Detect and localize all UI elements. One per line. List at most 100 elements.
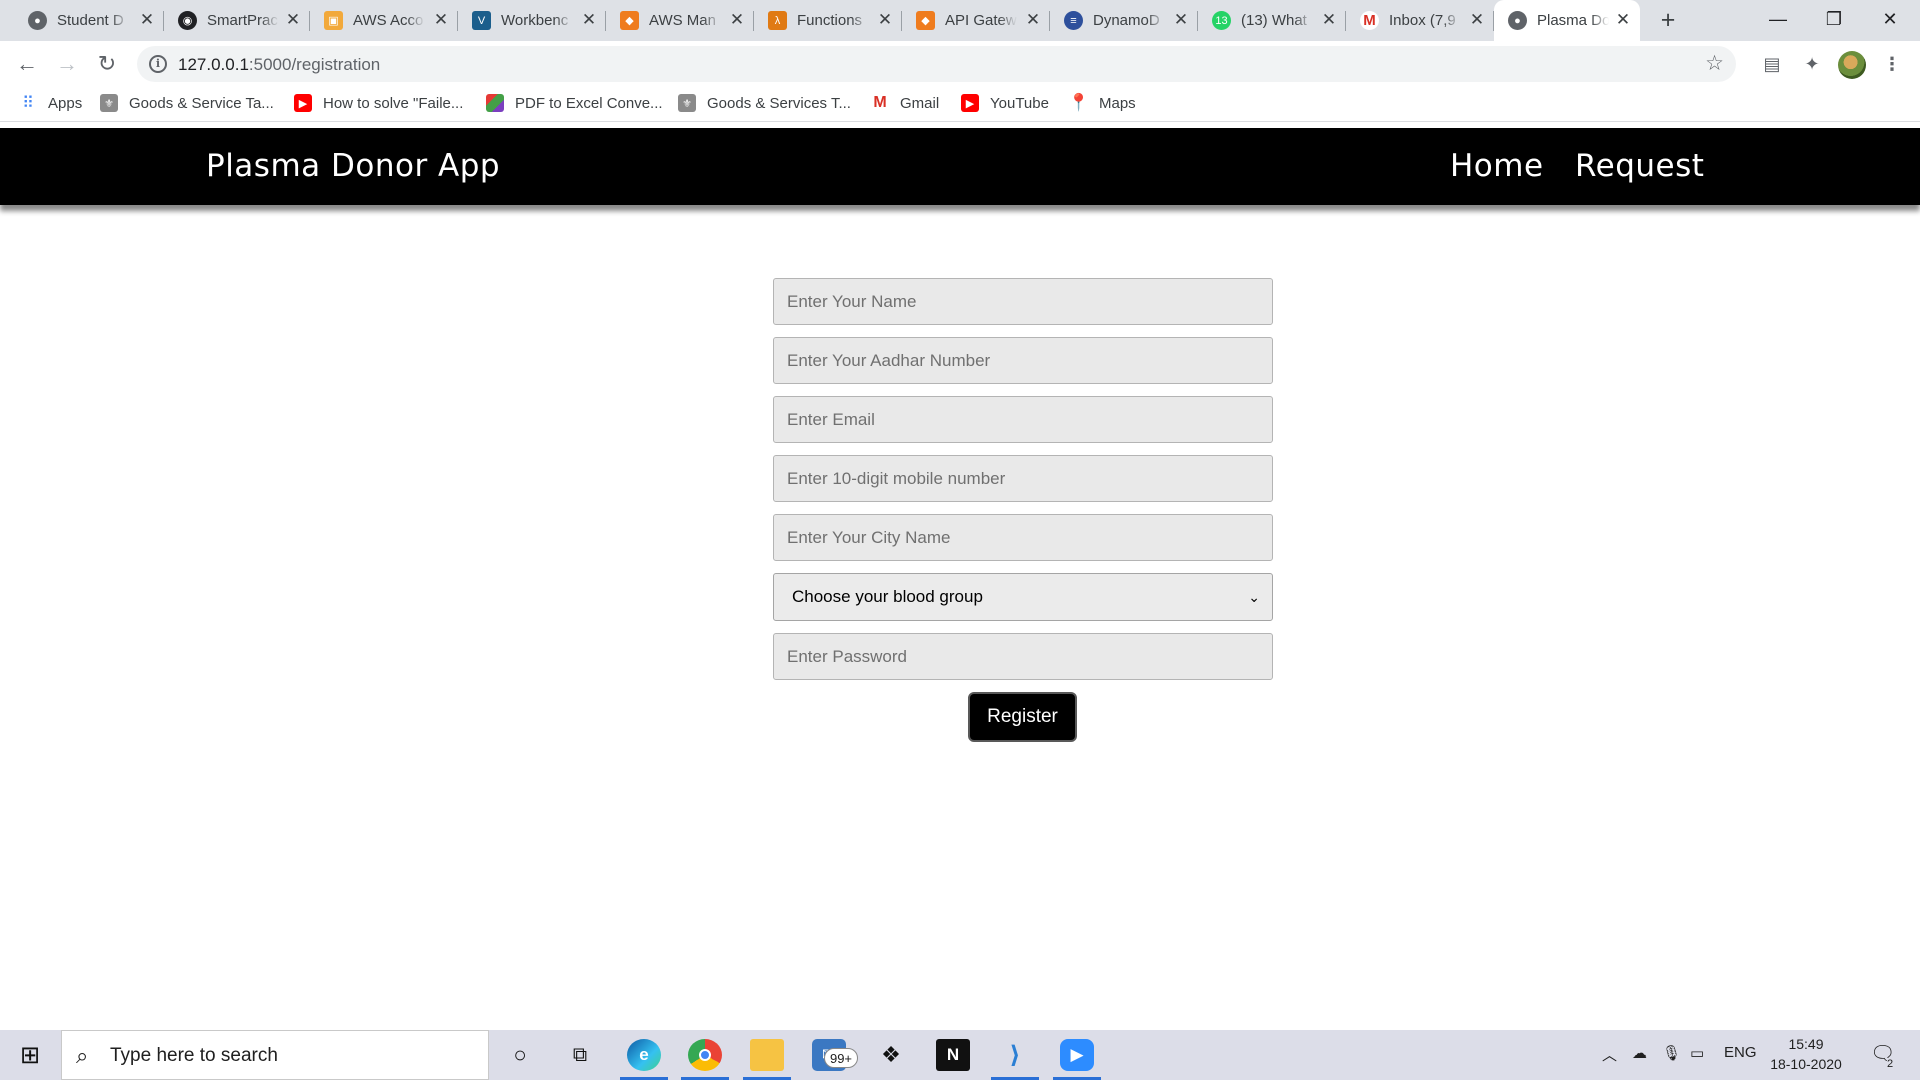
close-icon[interactable]: ✕	[432, 11, 450, 29]
back-button[interactable]: ←	[11, 48, 43, 80]
globe-icon: ●	[28, 11, 47, 30]
file-explorer-icon[interactable]	[750, 1039, 784, 1071]
bookmark-label: How to solve "Faile...	[323, 94, 464, 112]
windows-start-icon[interactable]: ⊞	[0, 1030, 60, 1080]
show-hidden-icons-chevron[interactable]: ︿	[1602, 1044, 1617, 1065]
tab-functions[interactable]: λ Functions ✕	[754, 0, 902, 41]
tab-title: API Gatew	[945, 12, 1017, 29]
tab-aws-management[interactable]: ◆ AWS Man ✕	[606, 0, 754, 41]
close-icon[interactable]: ✕	[138, 11, 156, 29]
aadhar-input[interactable]: Enter Your Aadhar Number	[773, 337, 1273, 384]
taskbar-search[interactable]: ⌕ Type here to search	[61, 1030, 489, 1080]
tab-title: Functions	[797, 12, 863, 29]
globe-icon: ●	[1508, 11, 1527, 30]
bookmark-gst-1[interactable]: ⚜ Goods & Service Ta...	[100, 94, 274, 112]
blood-group-select[interactable]: Choose your blood group ⌄	[773, 573, 1273, 621]
close-window-button[interactable]: ✕	[1862, 0, 1918, 41]
tab-smartprac[interactable]: ◉ SmartPrac ✕	[164, 0, 310, 41]
bookmark-maps[interactable]: 📍 Maps	[1068, 93, 1135, 112]
mobile-input[interactable]: Enter 10-digit mobile number	[773, 455, 1273, 502]
register-button[interactable]: Register	[968, 692, 1077, 742]
tab-title: (13) What	[1241, 12, 1307, 29]
chrome-icon[interactable]	[688, 1039, 722, 1071]
forward-button[interactable]: →	[51, 48, 83, 80]
tab-workbench[interactable]: V Workbenc ✕	[458, 0, 606, 41]
url-text[interactable]: 127.0.0.1:5000/registration	[178, 55, 380, 75]
address-bar[interactable]: i 127.0.0.1:5000/registration ☆	[137, 46, 1736, 82]
extensions-icon[interactable]: ✦	[1798, 50, 1826, 78]
close-icon[interactable]: ✕	[1024, 11, 1042, 29]
gmail-icon: M	[1360, 11, 1379, 30]
clock-date: 18-10-2020	[1770, 1056, 1842, 1072]
close-icon[interactable]: ✕	[876, 11, 894, 29]
microphone-icon[interactable]: 🎙	[1662, 1044, 1681, 1062]
close-icon[interactable]: ✕	[580, 11, 598, 29]
windows-taskbar: ⊞ ⌕ Type here to search ○ ⧉ e ✉ 99+ ❖ N …	[0, 1030, 1920, 1080]
gmail-icon: M	[873, 94, 887, 111]
bookmark-gmail[interactable]: M Gmail	[871, 94, 939, 112]
tab-whatsapp[interactable]: 13 (13) What ✕	[1198, 0, 1346, 41]
close-icon[interactable]: ✕	[728, 11, 746, 29]
bookmark-apps[interactable]: ⠿ Apps	[19, 94, 83, 113]
profile-avatar[interactable]	[1838, 51, 1866, 79]
cortana-icon[interactable]: ○	[496, 1030, 544, 1080]
reading-mode-icon[interactable]: ▤	[1758, 50, 1786, 78]
restore-button[interactable]: ❐	[1806, 0, 1862, 41]
dynamodb-icon: ≡	[1064, 11, 1083, 30]
tab-title: Inbox (7,9	[1389, 12, 1456, 29]
tab-title: Student D	[57, 12, 124, 29]
tab-inbox[interactable]: M Inbox (7,9 ✕	[1346, 0, 1494, 41]
bookmark-star-icon[interactable]: ☆	[1705, 51, 1724, 76]
nav-request-link[interactable]: Request	[1575, 148, 1704, 184]
vscode-icon[interactable]: ⟩	[998, 1039, 1032, 1071]
clock-time: 15:49	[1788, 1036, 1824, 1052]
tab-title: DynamoD	[1093, 12, 1160, 29]
info-icon[interactable]: i	[149, 55, 167, 73]
aws-box-icon: ▣	[324, 11, 343, 30]
bookmark-label: Apps	[48, 94, 83, 112]
onedrive-cloud-icon[interactable]: ☁	[1632, 1044, 1647, 1062]
bookmark-pdf-to-excel[interactable]: PDF to Excel Conve...	[486, 94, 663, 112]
close-icon[interactable]: ✕	[284, 11, 302, 29]
battery-icon[interactable]: ▭	[1690, 1044, 1704, 1062]
name-input[interactable]: Enter Your Name	[773, 278, 1273, 325]
tab-api-gateway[interactable]: ◆ API Gatew ✕	[902, 0, 1050, 41]
v-icon: V	[472, 11, 491, 30]
nav-home-link[interactable]: Home	[1450, 148, 1544, 184]
youtube-icon: ▶	[961, 94, 979, 112]
close-icon[interactable]: ✕	[1468, 11, 1486, 29]
reload-button[interactable]: ↻	[91, 48, 123, 80]
aws-cube-icon: ◆	[620, 11, 639, 30]
tab-plasma-donor[interactable]: ● Plasma Do ✕	[1494, 0, 1640, 41]
new-tab-button[interactable]: +	[1653, 6, 1683, 36]
close-icon[interactable]: ✕	[1320, 11, 1338, 29]
bookmark-youtube[interactable]: ▶ YouTube	[961, 94, 1049, 112]
notification-count: 2	[1887, 1058, 1894, 1070]
bookmark-gst-2[interactable]: ⚜ Goods & Services T...	[678, 94, 851, 112]
chevron-down-icon: ⌄	[1248, 589, 1260, 605]
language-indicator[interactable]: ENG	[1724, 1044, 1757, 1061]
email-input[interactable]: Enter Email	[773, 396, 1273, 443]
tab-title: SmartPrac	[207, 12, 278, 29]
system-clock[interactable]: 15:49 18-10-2020	[1766, 1034, 1846, 1074]
app-brand[interactable]: Plasma Donor App	[206, 148, 500, 184]
close-icon[interactable]: ✕	[1614, 11, 1632, 29]
bookmark-how-to-solve[interactable]: ▶ How to solve "Faile...	[294, 94, 463, 112]
close-icon[interactable]: ✕	[1172, 11, 1190, 29]
dropbox-icon[interactable]: ❖	[874, 1039, 908, 1071]
city-input[interactable]: Enter Your City Name	[773, 514, 1273, 561]
bookmark-label: Goods & Services T...	[707, 94, 851, 112]
minimize-button[interactable]: —	[1750, 0, 1806, 41]
tab-title: Workbenc	[501, 12, 569, 29]
password-input[interactable]: Enter Password	[773, 633, 1273, 680]
edge-icon[interactable]: e	[627, 1039, 661, 1071]
tab-aws-account[interactable]: ▣ AWS Acco ✕	[310, 0, 458, 41]
browser-menu-icon[interactable]: ⋮	[1878, 50, 1906, 78]
task-view-icon[interactable]: ⧉	[556, 1030, 604, 1080]
tab-dynamodb[interactable]: ≡ DynamoD ✕	[1050, 0, 1198, 41]
blood-group-selected: Choose your blood group	[792, 587, 983, 606]
tab-student[interactable]: ● Student D ✕	[14, 0, 164, 41]
whatsapp-icon: 13	[1212, 11, 1231, 30]
zoom-icon[interactable]: ▶	[1060, 1039, 1094, 1071]
notion-icon[interactable]: N	[936, 1039, 970, 1071]
